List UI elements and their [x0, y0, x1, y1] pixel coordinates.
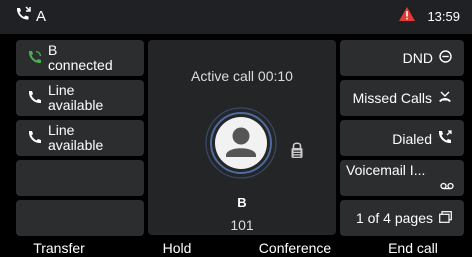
line-key-2[interactable]: Line available: [16, 80, 144, 116]
dialed-label: Dialed: [392, 130, 432, 147]
conference-button[interactable]: Conference: [236, 240, 354, 257]
avatar: [205, 107, 277, 179]
line-key-4[interactable]: [16, 160, 144, 196]
active-call-panel: Active call 00:10 B 101: [148, 40, 336, 235]
line-3-state: available: [48, 137, 104, 153]
phone-icon: [28, 90, 42, 109]
dnd-icon: [439, 50, 452, 66]
account-label: A: [36, 8, 47, 25]
avatar-icon: [205, 107, 277, 179]
dialed-button[interactable]: Dialed: [340, 120, 464, 156]
hold-button[interactable]: Hold: [118, 240, 236, 257]
line-1-state: connected: [48, 57, 113, 73]
missed-calls-label: Missed Calls: [352, 90, 432, 106]
secure-lock-icon: [290, 141, 304, 164]
contact-number: 101: [230, 217, 254, 233]
line-key-3[interactable]: Line available: [16, 120, 144, 156]
voicemail-label: Voicemail I...: [346, 162, 426, 178]
dnd-label: DND: [402, 50, 433, 66]
missed-calls-button[interactable]: Missed Calls: [340, 80, 464, 116]
dnd-button[interactable]: DND: [340, 40, 464, 76]
status-bar: A 13:59: [0, 0, 472, 34]
missed-calls-icon: [438, 90, 452, 106]
line-3-name: Line: [48, 122, 75, 138]
transfer-button[interactable]: Transfer: [0, 240, 118, 257]
warning-icon[interactable]: [399, 7, 416, 26]
status-account-area: A: [14, 6, 46, 27]
line-2-name: Line: [48, 82, 75, 98]
line-key-5[interactable]: [16, 200, 144, 236]
end-call-button[interactable]: End call: [354, 240, 472, 257]
clock: 13:59: [427, 9, 460, 24]
pages-icon: [439, 210, 452, 226]
call-account-icon: [14, 6, 32, 27]
softkey-bar: Transfer Hold Conference End call: [0, 240, 472, 257]
line-2-state: available: [48, 97, 104, 113]
dialed-icon: [438, 130, 452, 147]
page-indicator-label: 1 of 4 pages: [355, 210, 433, 226]
page-indicator-button[interactable]: 1 of 4 pages: [340, 200, 464, 236]
voicemail-button[interactable]: Voicemail I...: [340, 160, 464, 196]
phone-active-icon: [28, 50, 42, 69]
line-key-1[interactable]: B connected: [16, 40, 144, 76]
line-1-name: B: [48, 42, 58, 58]
voicemail-icon: [440, 177, 454, 195]
contact-name: B: [237, 195, 247, 210]
call-status: Active call 00:10: [191, 68, 293, 84]
phone-icon: [28, 130, 42, 149]
